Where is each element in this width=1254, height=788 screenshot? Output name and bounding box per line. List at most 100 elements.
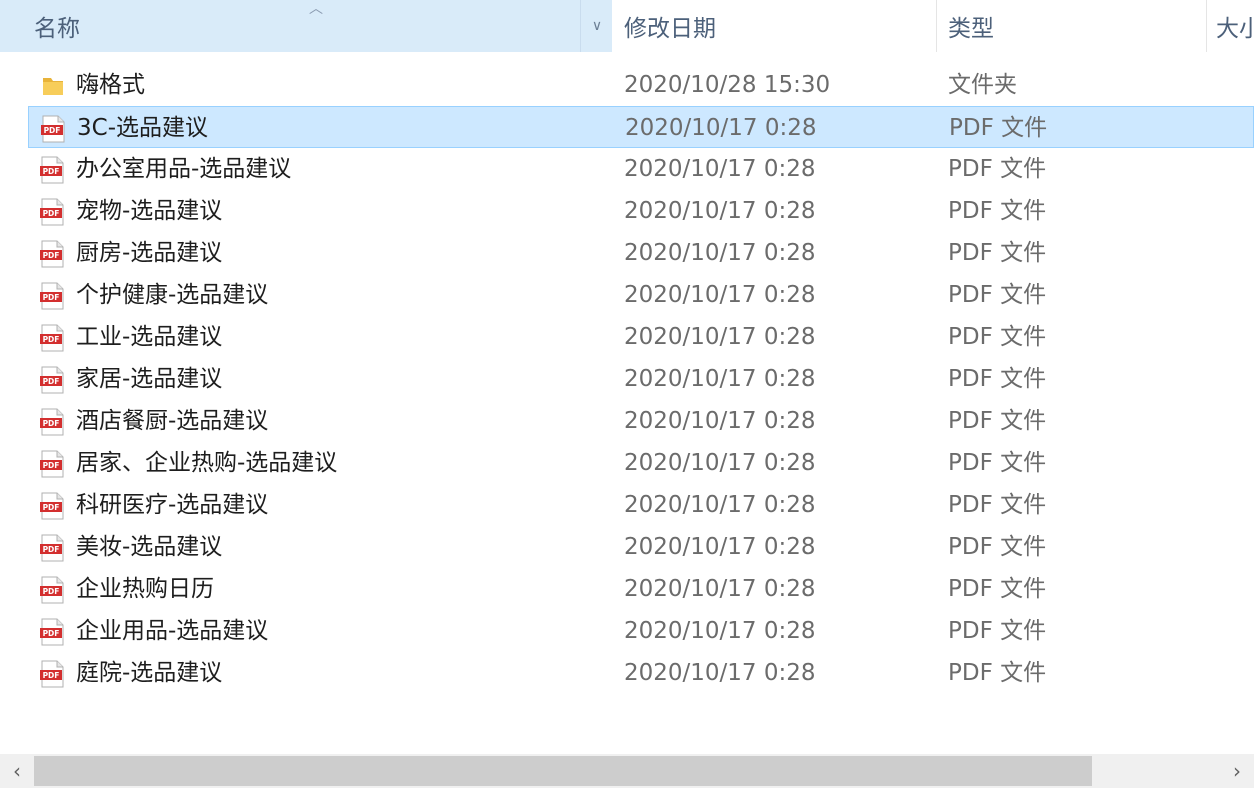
file-type: PDF 文件 — [948, 282, 1047, 308]
file-type: PDF 文件 — [948, 576, 1047, 602]
file-name: 科研医疗-选品建议 — [76, 492, 269, 518]
column-name-header[interactable]: 名称 — [0, 0, 612, 52]
scrollbar-thumb[interactable] — [34, 756, 1092, 786]
svg-text:PDF: PDF — [43, 377, 60, 386]
file-date: 2020/10/17 0:28 — [624, 576, 816, 602]
file-name: 酒店餐厨-选品建议 — [76, 408, 269, 434]
pdf-icon: PDF — [39, 450, 65, 478]
svg-text:PDF: PDF — [43, 293, 60, 302]
column-size-header[interactable]: 大小 — [1206, 0, 1254, 52]
column-size-label: 大小 — [1216, 16, 1254, 42]
file-type: PDF 文件 — [949, 115, 1048, 141]
file-type: PDF 文件 — [948, 618, 1047, 644]
file-name: 企业热购日历 — [76, 576, 214, 602]
list-item[interactable]: PDF 厨房-选品建议 2020/10/17 0:28 PDF 文件 — [28, 232, 1254, 274]
file-date: 2020/10/17 0:28 — [624, 660, 816, 686]
pdf-icon: PDF — [40, 115, 66, 143]
file-name: 个护健康-选品建议 — [76, 282, 269, 308]
file-date: 2020/10/17 0:28 — [625, 115, 817, 141]
svg-text:PDF: PDF — [43, 251, 60, 260]
file-date: 2020/10/17 0:28 — [624, 492, 816, 518]
file-name: 企业用品-选品建议 — [76, 618, 269, 644]
svg-text:PDF: PDF — [43, 671, 60, 680]
file-date: 2020/10/17 0:28 — [624, 198, 816, 224]
pdf-icon: PDF — [39, 576, 65, 604]
svg-text:PDF: PDF — [43, 629, 60, 638]
pdf-icon: PDF — [39, 282, 65, 310]
file-type: PDF 文件 — [948, 492, 1047, 518]
list-item[interactable]: PDF 酒店餐厨-选品建议 2020/10/17 0:28 PDF 文件 — [28, 400, 1254, 442]
sort-ascending-icon: ︿ — [309, 1, 323, 17]
file-name: 3C-选品建议 — [77, 115, 208, 141]
file-type: PDF 文件 — [948, 324, 1047, 350]
file-type: PDF 文件 — [948, 450, 1047, 476]
file-type: 文件夹 — [948, 72, 1017, 98]
pdf-icon: PDF — [39, 660, 65, 688]
list-item[interactable]: PDF 庭院-选品建议 2020/10/17 0:28 PDF 文件 — [28, 652, 1254, 694]
pdf-icon: PDF — [39, 156, 65, 184]
file-date: 2020/10/17 0:28 — [624, 408, 816, 434]
folder-icon — [39, 72, 65, 100]
list-item[interactable]: PDF 个护健康-选品建议 2020/10/17 0:28 PDF 文件 — [28, 274, 1254, 316]
pdf-icon: PDF — [39, 534, 65, 562]
list-item[interactable]: 嗨格式 2020/10/28 15:30 文件夹 — [28, 64, 1254, 106]
column-date-label: 修改日期 — [624, 16, 716, 42]
file-name: 庭院-选品建议 — [76, 660, 223, 686]
list-item[interactable]: PDF 企业热购日历 2020/10/17 0:28 PDF 文件 — [28, 568, 1254, 610]
list-item[interactable]: PDF 宠物-选品建议 2020/10/17 0:28 PDF 文件 — [28, 190, 1254, 232]
svg-text:PDF: PDF — [43, 419, 60, 428]
column-date-header[interactable]: 修改日期 — [612, 0, 936, 52]
file-date: 2020/10/17 0:28 — [624, 450, 816, 476]
file-name: 嗨格式 — [76, 72, 145, 98]
file-date: 2020/10/17 0:28 — [624, 240, 816, 266]
list-item[interactable]: PDF 家居-选品建议 2020/10/17 0:28 PDF 文件 — [28, 358, 1254, 400]
svg-text:PDF: PDF — [43, 503, 60, 512]
file-date: 2020/10/17 0:28 — [624, 282, 816, 308]
file-name: 居家、企业热购-选品建议 — [76, 450, 338, 476]
svg-text:PDF: PDF — [44, 126, 61, 135]
file-date: 2020/10/28 15:30 — [624, 72, 831, 98]
svg-text:PDF: PDF — [43, 587, 60, 596]
file-name: 宠物-选品建议 — [76, 198, 223, 224]
file-date: 2020/10/17 0:28 — [624, 324, 816, 350]
pdf-icon: PDF — [39, 618, 65, 646]
file-type: PDF 文件 — [948, 156, 1047, 182]
svg-text:PDF: PDF — [43, 167, 60, 176]
list-item[interactable]: PDF 办公室用品-选品建议 2020/10/17 0:28 PDF 文件 — [28, 148, 1254, 190]
file-type: PDF 文件 — [948, 198, 1047, 224]
list-item[interactable]: PDF 工业-选品建议 2020/10/17 0:28 PDF 文件 — [28, 316, 1254, 358]
list-item[interactable]: PDF 企业用品-选品建议 2020/10/17 0:28 PDF 文件 — [28, 610, 1254, 652]
file-type: PDF 文件 — [948, 660, 1047, 686]
file-date: 2020/10/17 0:28 — [624, 534, 816, 560]
chevron-down-icon[interactable]: ∨ — [580, 0, 613, 52]
file-date: 2020/10/17 0:28 — [624, 156, 816, 182]
list-item[interactable]: PDF 居家、企业热购-选品建议 2020/10/17 0:28 PDF 文件 — [28, 442, 1254, 484]
column-type-header[interactable]: 类型 — [936, 0, 1206, 52]
column-header: 名称 ︿ ∨ 修改日期 类型 大小 — [0, 0, 1254, 52]
file-name: 工业-选品建议 — [76, 324, 223, 350]
svg-text:PDF: PDF — [43, 461, 60, 470]
file-name: 美妆-选品建议 — [76, 534, 223, 560]
svg-text:PDF: PDF — [43, 209, 60, 218]
file-type: PDF 文件 — [948, 408, 1047, 434]
pdf-icon: PDF — [39, 408, 65, 436]
file-name: 家居-选品建议 — [76, 366, 223, 392]
file-date: 2020/10/17 0:28 — [624, 366, 816, 392]
column-type-label: 类型 — [948, 16, 994, 42]
pdf-icon: PDF — [39, 240, 65, 268]
list-item[interactable]: PDF 3C-选品建议 2020/10/17 0:28 PDF 文件 — [28, 106, 1254, 148]
pdf-icon: PDF — [39, 366, 65, 394]
file-name: 办公室用品-选品建议 — [76, 156, 292, 182]
pdf-icon: PDF — [39, 198, 65, 226]
pdf-icon: PDF — [39, 324, 65, 352]
list-item[interactable]: PDF 科研医疗-选品建议 2020/10/17 0:28 PDF 文件 — [28, 484, 1254, 526]
horizontal-scrollbar[interactable]: ‹ › — [0, 754, 1254, 788]
scroll-left-icon[interactable]: ‹ — [0, 754, 34, 788]
file-date: 2020/10/17 0:28 — [624, 618, 816, 644]
scroll-right-icon[interactable]: › — [1220, 754, 1254, 788]
file-type: PDF 文件 — [948, 240, 1047, 266]
file-type: PDF 文件 — [948, 534, 1047, 560]
svg-text:PDF: PDF — [43, 545, 60, 554]
file-name: 厨房-选品建议 — [76, 240, 223, 266]
list-item[interactable]: PDF 美妆-选品建议 2020/10/17 0:28 PDF 文件 — [28, 526, 1254, 568]
